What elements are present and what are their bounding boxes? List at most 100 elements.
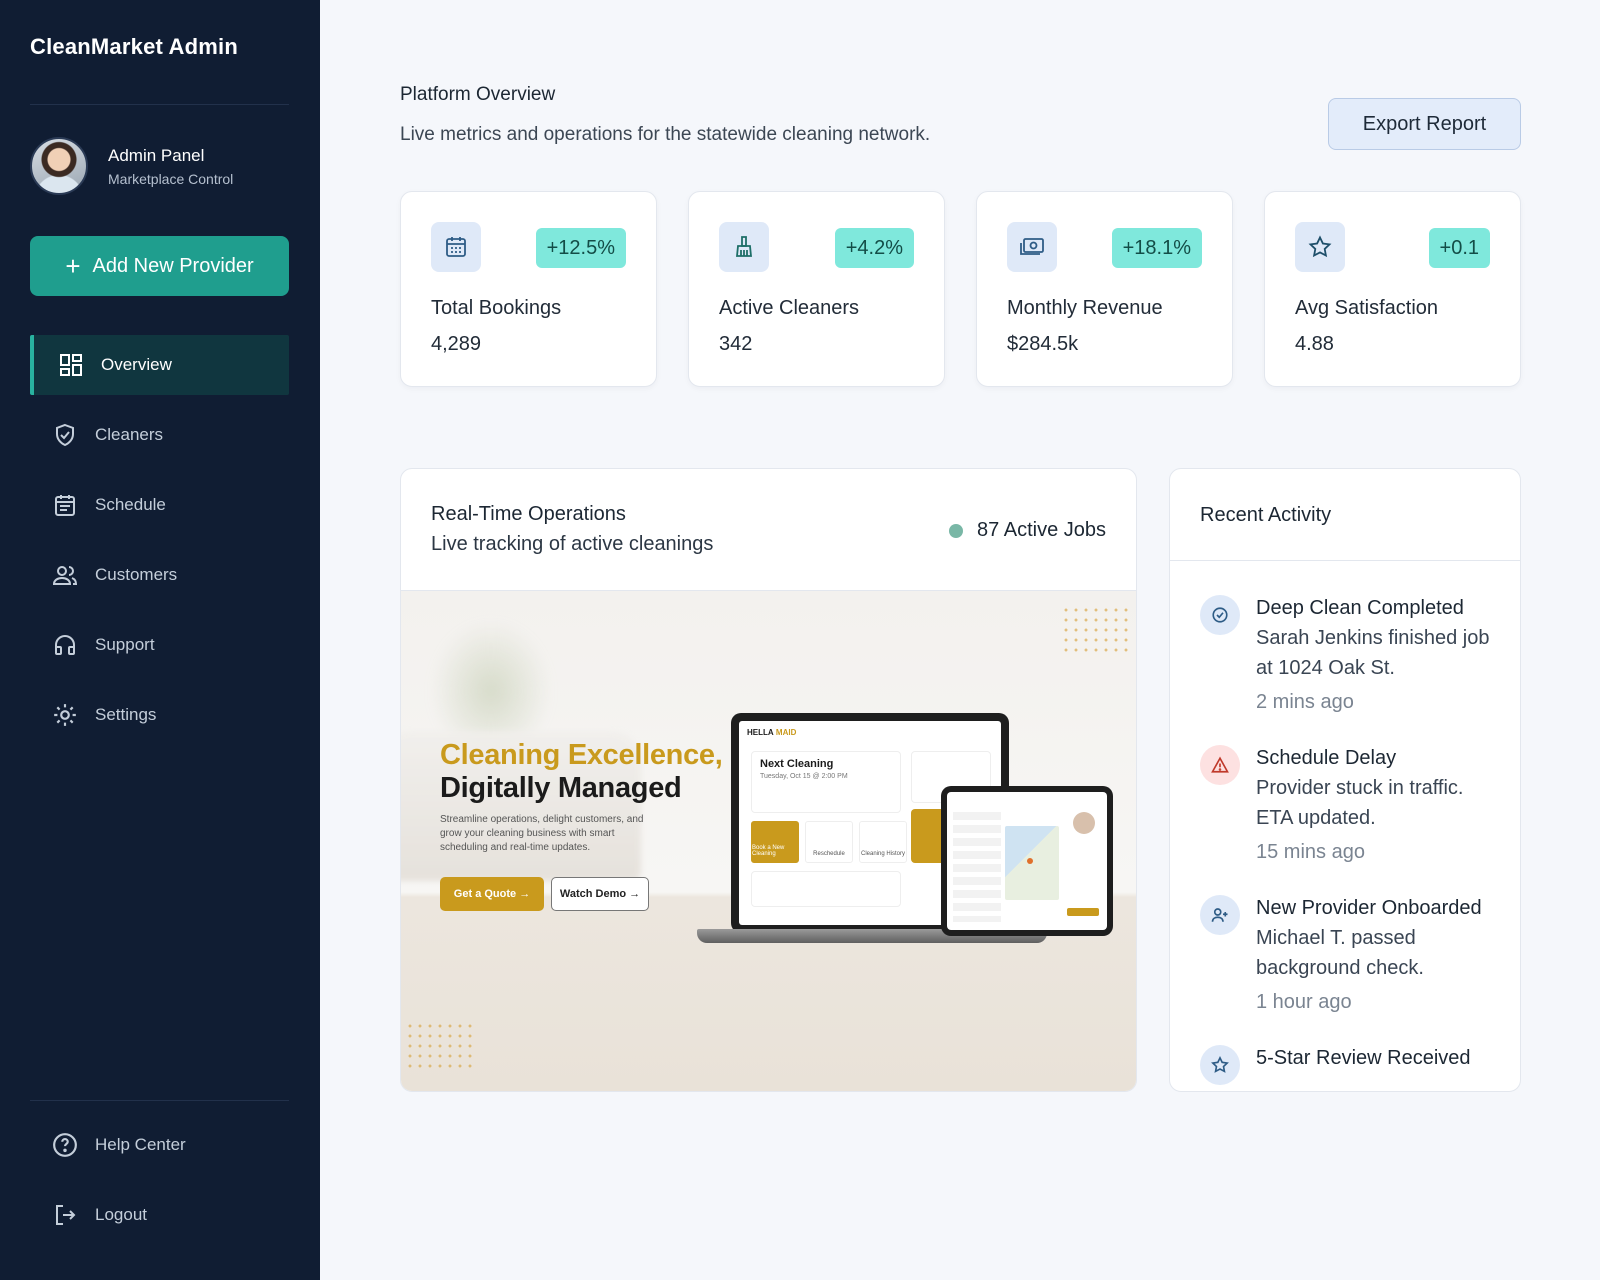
stat-card-total-bookings: +12.5% Total Bookings 4,289 (400, 191, 657, 387)
active-jobs-status: 87 Active Jobs (949, 519, 1106, 542)
brand-title: CleanMarket Admin (30, 34, 238, 59)
dots-decoration (1061, 605, 1131, 655)
stat-change-badge: +0.1 (1428, 228, 1490, 268)
avatar (1073, 812, 1095, 834)
sidebar-item-support[interactable]: Support (30, 615, 289, 675)
sidebar-item-label: Schedule (95, 495, 166, 514)
star-icon (1295, 222, 1345, 272)
calendar-icon (52, 492, 78, 518)
stat-label: Active Cleaners (719, 297, 860, 319)
sidebar-nav: Overview Cleaners Schedule Customers Sup… (30, 335, 289, 755)
help-circle-icon (52, 1132, 78, 1158)
operations-card: Real-Time Operations Live tracking of ac… (400, 468, 1137, 1092)
list-item[interactable]: Deep Clean Completed Sarah Jenkins finis… (1200, 593, 1500, 717)
money-icon (1007, 222, 1057, 272)
page-subtitle: Live metrics and operations for the stat… (400, 124, 931, 145)
watch-demo-button: Watch Demo → (551, 877, 649, 911)
tablet-list (953, 812, 1001, 922)
warning-icon (1200, 745, 1240, 785)
dots-decoration (405, 1021, 475, 1071)
stat-change-badge: +4.2% (834, 228, 914, 268)
stat-label: Avg Satisfaction (1295, 297, 1439, 319)
get-quote-button: Get a Quote → (440, 877, 544, 911)
hero-title-line1: Cleaning Excellence, (440, 739, 723, 771)
tablet-button (1067, 908, 1099, 916)
stat-label: Total Bookings (431, 297, 562, 319)
sidebar-item-customers[interactable]: Customers (30, 545, 289, 605)
screen-quick-actions (751, 871, 901, 907)
operations-hero-image: Cleaning Excellence, Digitally Managed S… (401, 591, 1136, 1091)
sidebar: CleanMarket Admin Admin Panel Marketplac… (0, 0, 320, 1280)
broom-icon (719, 222, 769, 272)
stat-card-active-cleaners: +4.2% Active Cleaners 342 (688, 191, 945, 387)
hero-body: Streamline operations, delight customers… (440, 814, 644, 853)
status-dot-icon (949, 523, 964, 538)
screen-brand: HELLA MAID (747, 728, 797, 737)
activity-time: 2 mins ago (1256, 691, 1354, 713)
activity-title: Schedule Delay (1256, 747, 1397, 769)
map-pin-icon (1027, 858, 1033, 864)
sidebar-bottom-nav: Help Center Logout (30, 1115, 289, 1255)
headset-icon (52, 632, 78, 658)
screen-next-cleaning: Next Cleaning Tuesday, Oct 15 @ 2:00 PM (751, 751, 901, 813)
sidebar-item-label: Overview (101, 355, 172, 374)
sidebar-item-schedule[interactable]: Schedule (30, 475, 289, 535)
screen-tiles: Book a New Cleaning Reschedule Cleaning … (751, 821, 913, 863)
profile-role: Marketplace Control (108, 170, 234, 187)
activity-time: 1 hour ago (1256, 991, 1352, 1013)
activity-description: Michael T. passed background check. (1256, 927, 1424, 979)
sidebar-item-logout[interactable]: Logout (30, 1185, 289, 1245)
recent-activity-card: Recent Activity Deep Clean Completed Sar… (1169, 468, 1521, 1092)
sidebar-item-settings[interactable]: Settings (30, 685, 289, 745)
plus-icon: + (65, 251, 81, 281)
stat-label: Monthly Revenue (1007, 297, 1163, 319)
stat-card-avg-satisfaction: +0.1 Avg Satisfaction 4.88 (1264, 191, 1521, 387)
shield-check-icon (52, 422, 78, 448)
sidebar-item-label: Cleaners (95, 425, 164, 444)
add-new-provider-button[interactable]: + Add New Provider (30, 236, 289, 296)
sidebar-item-label: Logout (95, 1205, 147, 1224)
export-report-button[interactable]: Export Report (1328, 98, 1521, 150)
users-icon (52, 562, 78, 588)
sidebar-item-label: Help Center (95, 1135, 186, 1154)
star-icon (1200, 1045, 1240, 1085)
operations-subtitle: Live tracking of active cleanings (431, 533, 714, 555)
activity-description: Provider stuck in traffic. ETA updated. (1256, 777, 1464, 829)
profile-name: Admin Panel (108, 145, 205, 165)
operations-title: Real-Time Operations (431, 503, 626, 525)
stat-value: 4,289 (431, 333, 482, 355)
sidebar-item-label: Customers (95, 565, 178, 584)
sidebar-item-help-center[interactable]: Help Center (30, 1115, 289, 1175)
grid-icon (58, 352, 84, 378)
hero-title-line2: Digitally Managed (440, 772, 682, 804)
list-item[interactable]: Schedule Delay Provider stuck in traffic… (1200, 743, 1500, 867)
sidebar-item-cleaners[interactable]: Cleaners (30, 405, 289, 465)
recent-activity-header: Recent Activity (1170, 469, 1520, 561)
stat-value: 4.88 (1295, 333, 1334, 355)
list-item[interactable]: New Provider Onboarded Michael T. passed… (1200, 893, 1500, 1017)
sidebar-item-label: Support (95, 635, 155, 654)
activity-time: 15 mins ago (1256, 841, 1365, 863)
sidebar-item-overview[interactable]: Overview (30, 335, 289, 395)
stat-value: $284.5k (1007, 333, 1079, 355)
gear-icon (52, 702, 78, 728)
calendar-icon (431, 222, 481, 272)
activity-list: Deep Clean Completed Sarah Jenkins finis… (1200, 593, 1500, 1091)
sidebar-divider-top (30, 104, 289, 105)
screen-tile: Book a New Cleaning (751, 821, 799, 863)
tablet-mockup (941, 786, 1113, 936)
recent-activity-title: Recent Activity (1200, 504, 1332, 526)
activity-description: Sarah Jenkins finished job at 1024 Oak S… (1256, 627, 1490, 679)
profile[interactable]: Admin Panel Marketplace Control (30, 137, 233, 195)
operations-header: Real-Time Operations Live tracking of ac… (401, 469, 1136, 591)
stat-change-badge: +18.1% (1111, 228, 1202, 268)
list-item[interactable]: 5-Star Review Received (1200, 1043, 1500, 1085)
stat-change-badge: +12.5% (535, 228, 626, 268)
page-title: Platform Overview (400, 84, 556, 105)
screen-tile: Reschedule (805, 821, 853, 863)
active-jobs-label: 87 Active Jobs (977, 519, 1106, 541)
tablet-screen (947, 792, 1107, 930)
activity-title: 5-Star Review Received (1256, 1047, 1471, 1069)
add-new-provider-label: Add New Provider (92, 254, 254, 277)
sidebar-item-label: Settings (95, 705, 157, 724)
